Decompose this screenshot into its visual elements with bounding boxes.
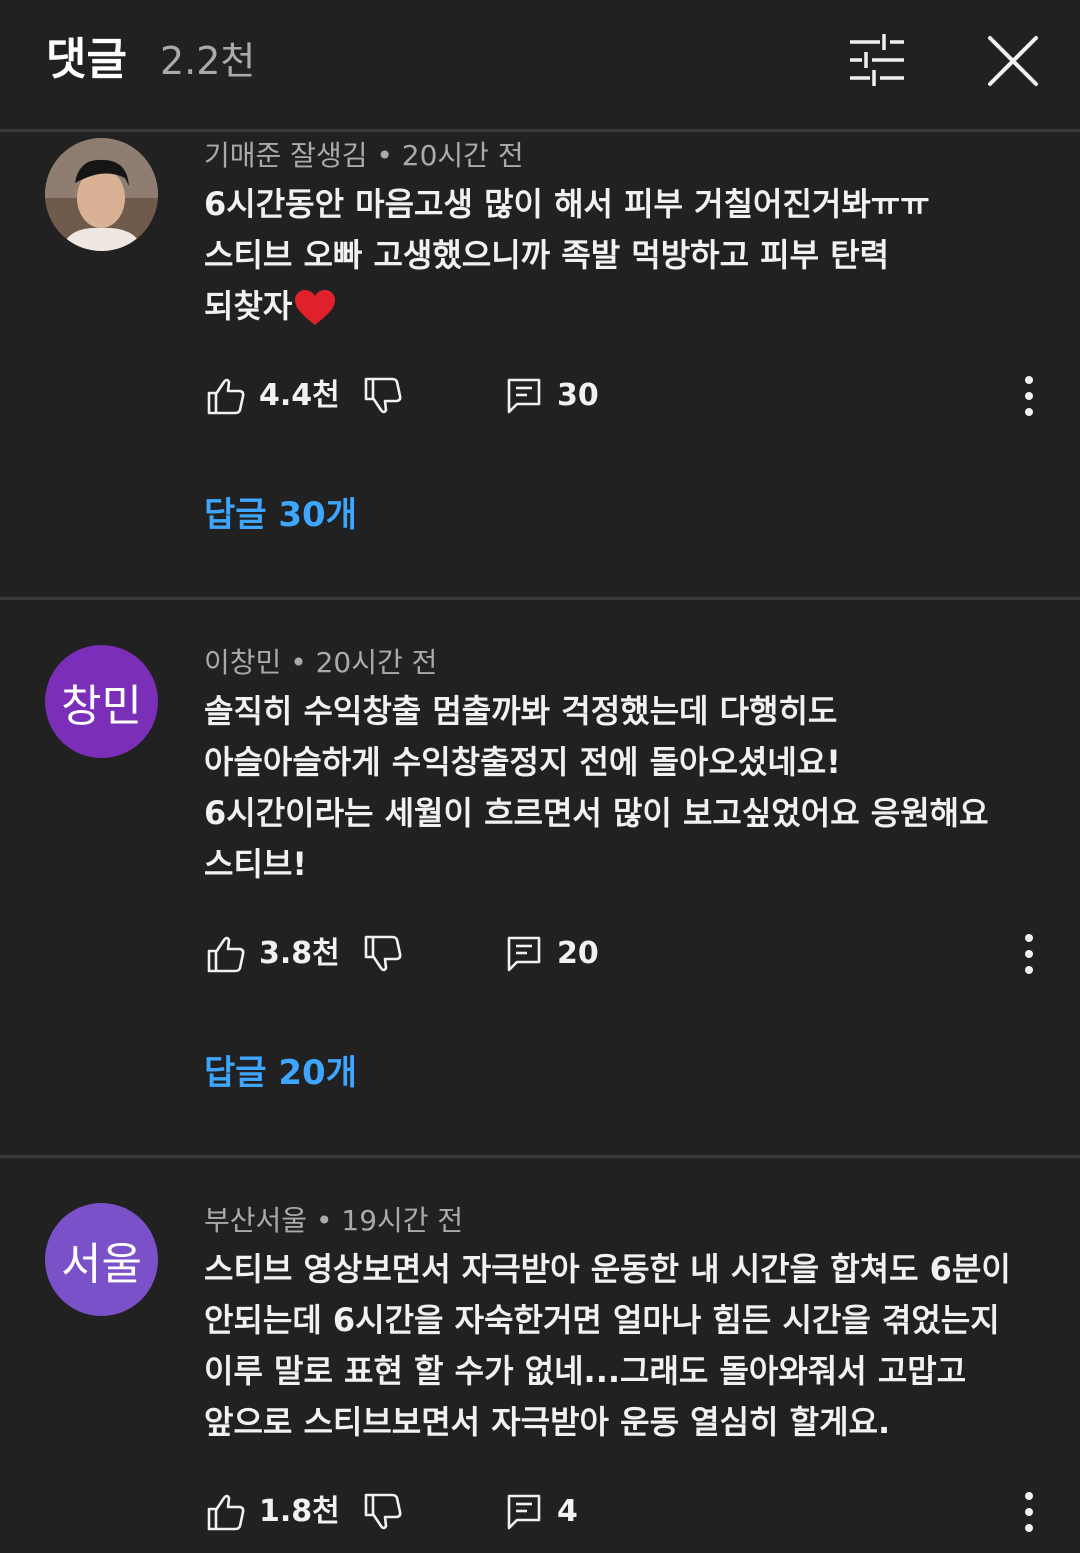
meta-separator: • [376,139,402,172]
comment-line: 스티브 영상보면서 자극받아 운동한 내 시간을 합쳐도 6분이 [204,1250,1011,1288]
comment-icon[interactable] [505,934,545,974]
avatar-initials: 서울 [61,1238,142,1290]
comment-divider [0,1155,1080,1158]
meta-separator: • [290,646,316,679]
comment-actions: 3.8천 20 [0,930,1080,980]
comment-line: 솔직히 수익창출 멈출까봐 걱정했는데 다행히도 [204,692,838,730]
avatar-initials: 창민 [61,680,142,732]
view-replies-link[interactable]: 답글 30개 [204,491,357,539]
close-icon[interactable] [984,32,1042,90]
comment-actions: 1.8천 4 [0,1488,1080,1538]
author-name[interactable]: 부산서울 [204,1204,307,1237]
comment-text: 스티브 영상보면서 자극받아 운동한 내 시간을 합쳐도 6분이 안되는데 6시… [204,1244,1044,1448]
more-vertical-icon[interactable] [1012,1488,1046,1536]
sliders-icon[interactable] [846,32,908,88]
comment-line: 6시간동안 마음고생 많이 해서 피부 거칠어진거봐ㅠㅠ [204,185,930,223]
comments-header: 댓글 2.2천 [0,0,1080,132]
comment-line: 스티브 오빠 고생했으니까 족발 먹방하고 피부 탄력 [204,236,890,274]
view-replies-link[interactable]: 답글 20개 [204,1049,357,1097]
more-vertical-icon[interactable] [1012,372,1046,420]
heart-emoji-icon [295,290,336,325]
comment-count: 2.2천 [160,39,256,83]
comment-meta: 이창민 • 20시간 전 [204,643,437,683]
avatar[interactable] [45,138,158,251]
comment-time: 20시간 전 [401,139,524,172]
comment-line: 앞으로 스티브보면서 자극받아 운동 열심히 할게요. [204,1403,891,1441]
like-count: 3.8천 [259,936,340,971]
comment-meta: 기매준 잘생김 • 20시간 전 [204,136,524,176]
comment-time: 19시간 전 [341,1204,464,1237]
avatar[interactable]: 서울 [45,1203,158,1316]
comment-meta: 부산서울 • 19시간 전 [204,1201,463,1241]
comment-divider [0,597,1080,600]
comment-icon[interactable] [505,1492,545,1532]
like-count: 4.4천 [259,378,340,413]
comment-line: 이루 말로 표현 할 수가 없네...그래도 돌아와줘서 고맙고 [204,1352,967,1390]
meta-separator: • [315,1204,342,1237]
thumb-up-icon[interactable] [206,934,246,974]
comment-line: 스티브! [204,845,307,883]
comment-line: 아슬아슬하게 수익창출정지 전에 돌아오셨네요! [204,743,841,781]
header-title: 댓글 [46,34,127,85]
comment-line: 안되는데 6시간을 자숙한거면 얼마나 힘든 시간을 겪었는지 [204,1301,1000,1339]
comment-line-last: 되찾자 [204,281,1044,332]
comment-time: 20시간 전 [315,646,438,679]
comment-actions: 4.4천 30 [0,372,1080,422]
comment-line: 6시간이라는 세월이 흐르면서 많이 보고싶었어요 응원해요 [204,794,989,832]
thumb-up-icon[interactable] [206,1492,246,1532]
more-vertical-icon[interactable] [1012,930,1046,978]
reply-count: 20 [557,936,599,971]
comment-line-text: 되찾자 [204,287,293,325]
avatar-photo [45,138,158,251]
reply-count: 4 [557,1494,578,1529]
author-name[interactable]: 기매준 잘생김 [204,139,367,172]
comment-text: 솔직히 수익창출 멈출까봐 걱정했는데 다행히도 아슬아슬하게 수익창출정지 전… [204,686,1044,890]
thumb-up-icon[interactable] [206,376,246,416]
reply-count: 30 [557,378,599,413]
thumb-down-icon[interactable] [363,376,403,416]
comment-text: 6시간동안 마음고생 많이 해서 피부 거칠어진거봐ㅠㅠ 스티브 오빠 고생했으… [204,179,1044,332]
avatar[interactable]: 창민 [45,645,158,758]
author-name[interactable]: 이창민 [204,646,281,679]
like-count: 1.8천 [259,1494,340,1529]
thumb-down-icon[interactable] [363,934,403,974]
thumb-down-icon[interactable] [363,1492,403,1532]
comment-icon[interactable] [505,376,545,416]
